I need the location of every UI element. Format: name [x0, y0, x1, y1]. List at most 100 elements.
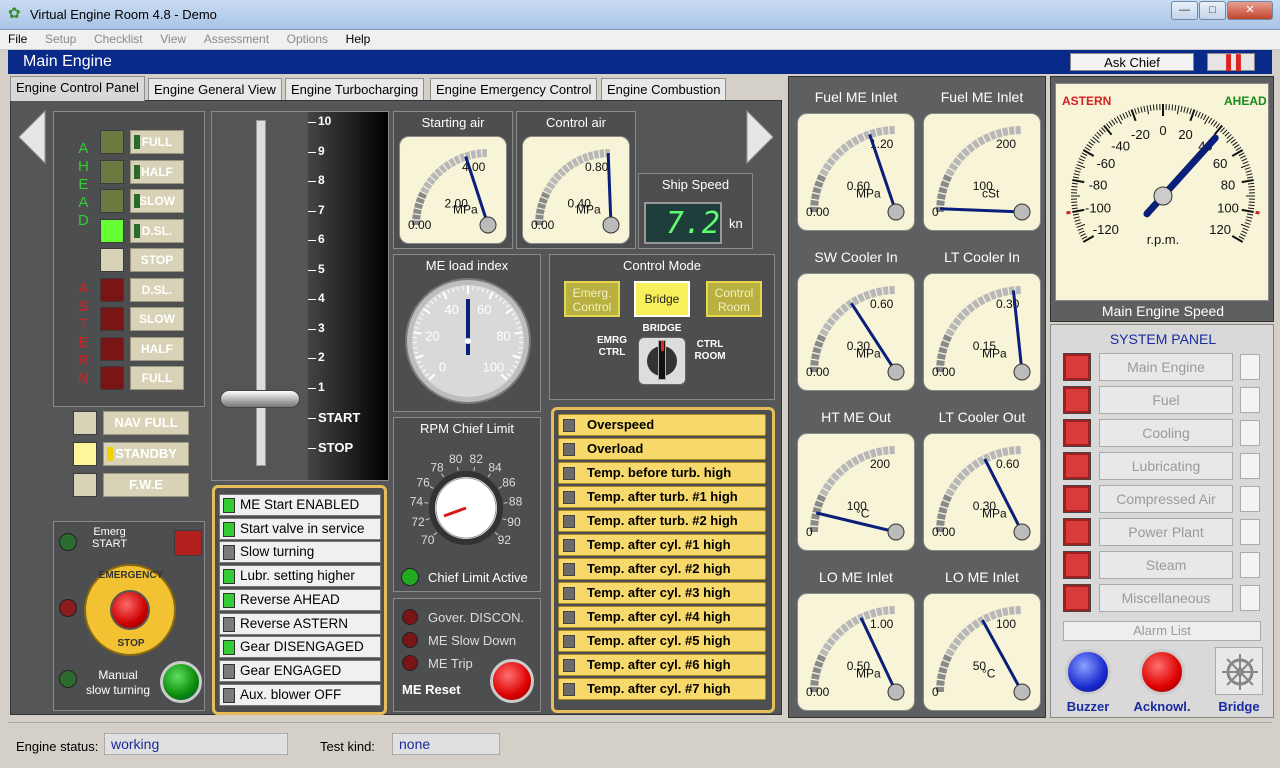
telegraph-lamp — [100, 130, 124, 154]
bridge-mode-button[interactable]: Bridge — [634, 281, 690, 317]
lever-handle[interactable] — [220, 390, 300, 408]
alarm-indicator[interactable]: Temp. after cyl. #2 high — [558, 558, 766, 580]
load-index-title: ME load index — [425, 258, 509, 273]
rpm-chief-tick: 78 — [430, 460, 444, 474]
gauge-tick-label: 200 — [870, 457, 890, 471]
system-item-button[interactable]: Miscellaneous — [1099, 584, 1233, 612]
system-item-checkbox[interactable] — [1240, 453, 1260, 479]
tab-engine-control-panel[interactable]: Engine Control Panel — [10, 76, 145, 101]
emerg-control-button[interactable]: Emerg. Control — [564, 281, 620, 317]
system-item-button[interactable]: Cooling — [1099, 419, 1233, 447]
interlock-indicator: ME Start ENABLED — [219, 494, 381, 516]
telegraph-button[interactable]: HALF — [130, 159, 184, 184]
gauge-unit: MPa — [856, 347, 881, 361]
rpm-chief-limit-dial[interactable]: 707274767880 828486889092 — [398, 440, 538, 560]
gover-discon-label: Gover. DISCON. — [428, 610, 525, 625]
ask-chief-button[interactable]: Ask Chief — [1070, 53, 1194, 71]
alarm-indicator[interactable]: Temp. after cyl. #1 high — [558, 534, 766, 556]
system-item-button[interactable]: Main Engine — [1099, 353, 1233, 381]
maximize-button[interactable]: □ — [1199, 1, 1226, 20]
load-index-tick: 80 — [496, 328, 510, 343]
bridge-button[interactable] — [1215, 647, 1263, 695]
minimize-button[interactable]: — — [1171, 1, 1198, 20]
emerg-start-button[interactable] — [174, 530, 202, 556]
tab-engine-turbocharging[interactable]: Engine Turbocharging — [285, 78, 425, 100]
emergency-stop-button[interactable]: EMERGENCY STOP — [84, 564, 176, 656]
telegraph-button[interactable]: D.SL. — [130, 218, 184, 243]
alarm-indicator[interactable]: Temp. after cyl. #4 high — [558, 606, 766, 628]
gauge-tick-label: 0.00 — [932, 525, 956, 539]
lever-scale-label: 9 — [318, 143, 325, 158]
menu-setup[interactable]: Setup — [37, 30, 82, 46]
acknowledge-button[interactable] — [1139, 649, 1185, 695]
previous-arrow-icon[interactable] — [17, 109, 47, 165]
system-item-checkbox[interactable] — [1240, 420, 1260, 446]
pause-button[interactable]: ▐▐ — [1207, 53, 1255, 71]
system-item-button[interactable]: Power Plant — [1099, 518, 1233, 546]
telegraph-button[interactable]: HALF — [130, 336, 184, 361]
system-item-checkbox[interactable] — [1240, 552, 1260, 578]
menu-checklist[interactable]: Checklist — [86, 30, 149, 46]
gauge-unit: MPa — [982, 347, 1007, 361]
control-mode-title: Control Mode — [622, 258, 702, 273]
alarm-indicator[interactable]: Temp. after cyl. #5 high — [558, 630, 766, 652]
control-room-button[interactable]: Control Room — [706, 281, 762, 317]
control-mode-switch[interactable] — [638, 337, 686, 385]
rpm-tick-label: -100 — [1085, 200, 1111, 215]
control-air-panel: Control air 0.00 0.40 0.80 MPa — [516, 111, 636, 249]
menu-options[interactable]: Options — [279, 30, 334, 46]
menu-file[interactable]: File — [0, 30, 33, 46]
alarm-indicator[interactable]: Temp. after cyl. #3 high — [558, 582, 766, 604]
system-item-checkbox[interactable] — [1240, 519, 1260, 545]
test-kind-value: none — [392, 733, 500, 755]
alarm-indicator[interactable]: Temp. after cyl. #7 high — [558, 678, 766, 700]
system-alarm-lamp — [1063, 518, 1091, 546]
engine-status-label: Engine status: — [16, 739, 99, 754]
buzzer-button[interactable] — [1065, 649, 1111, 695]
system-item-checkbox[interactable] — [1240, 585, 1260, 611]
menu-view[interactable]: View — [152, 30, 192, 46]
system-item-checkbox[interactable] — [1240, 387, 1260, 413]
menu-help[interactable]: Help — [338, 30, 377, 46]
nav-full-button[interactable]: NAV FULL — [103, 411, 189, 435]
system-item-checkbox[interactable] — [1240, 486, 1260, 512]
system-item-button[interactable]: Lubricating — [1099, 452, 1233, 480]
system-item-button[interactable]: Fuel — [1099, 386, 1233, 414]
system-item-checkbox[interactable] — [1240, 354, 1260, 380]
me-reset-button[interactable] — [490, 659, 534, 703]
rpm-chief-tick: 74 — [410, 495, 424, 509]
emerg-start-lamp — [59, 533, 77, 551]
telegraph-lamp — [100, 248, 124, 272]
menu-assessment[interactable]: Assessment — [196, 30, 275, 46]
alarm-indicator[interactable]: Temp. after turb. #1 high — [558, 486, 766, 508]
alarm-indicator[interactable]: Temp. after cyl. #6 high — [558, 654, 766, 676]
system-item-button[interactable]: Steam — [1099, 551, 1233, 579]
telegraph-button[interactable]: FULL — [130, 130, 184, 154]
system-item-button[interactable]: Compressed Air — [1099, 485, 1233, 513]
rpm-chief-tick: 82 — [470, 452, 484, 466]
ship-speed-unit: kn — [729, 216, 743, 231]
telegraph-button[interactable]: SLOW — [130, 189, 184, 213]
tab-engine-emergency-control[interactable]: Engine Emergency Control — [430, 78, 598, 100]
alarm-indicator[interactable]: Temp. before turb. high — [558, 462, 766, 484]
lever-scale-tick — [308, 358, 316, 359]
alarm-list-button[interactable]: Alarm List — [1063, 621, 1261, 641]
telegraph-button[interactable]: D.SL. — [130, 277, 184, 302]
next-arrow-icon[interactable] — [745, 109, 775, 165]
telegraph-button[interactable]: STOP — [130, 248, 184, 272]
telegraph-button[interactable]: SLOW — [130, 307, 184, 331]
rpm-tick-label: -120 — [1093, 222, 1119, 237]
close-button[interactable]: ✕ — [1227, 1, 1273, 20]
alarm-indicator[interactable]: Overload — [558, 438, 766, 460]
tab-engine-general-view[interactable]: Engine General View — [148, 78, 282, 100]
fwe-button[interactable]: F.W.E — [103, 473, 189, 497]
tab-engine-combustion[interactable]: Engine Combustion — [601, 78, 727, 100]
gover-discon-lamp — [402, 609, 418, 625]
telegraph-button[interactable]: FULL — [130, 366, 184, 390]
manual-slow-turning-button[interactable] — [160, 661, 202, 703]
alarm-indicator[interactable]: Temp. after turb. #2 high — [558, 510, 766, 532]
standby-button[interactable]: STANDBY — [103, 442, 189, 466]
lever-scale-tick — [308, 328, 316, 330]
alarm-indicator[interactable]: Overspeed — [558, 414, 766, 436]
window-title: Virtual Engine Room 4.8 - Demo — [30, 7, 217, 22]
